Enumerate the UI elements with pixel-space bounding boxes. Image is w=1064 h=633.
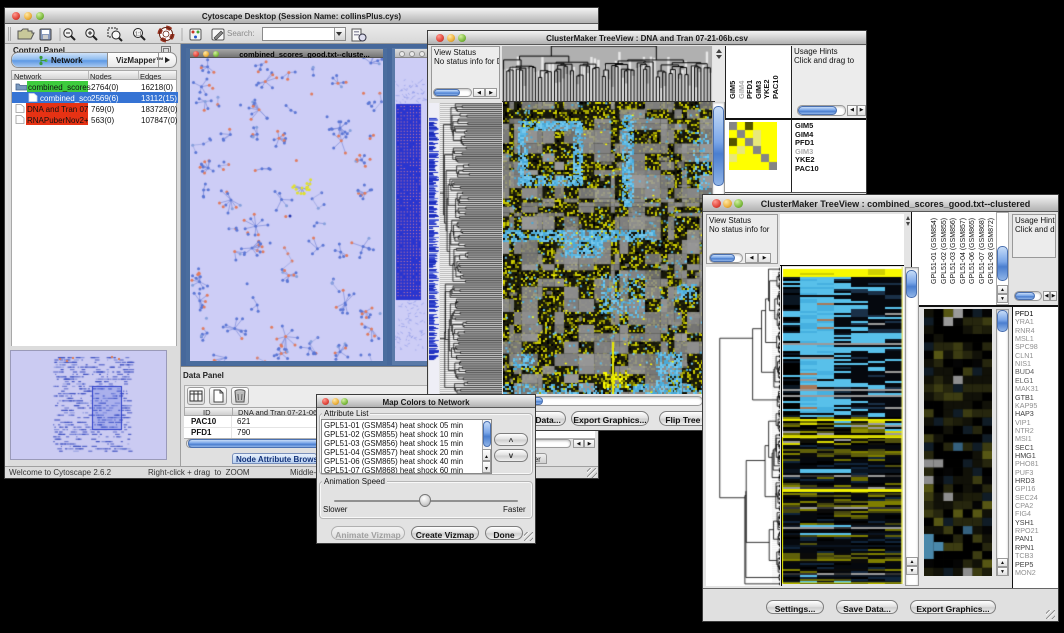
svg-text:1:1: 1:1 (135, 32, 142, 38)
